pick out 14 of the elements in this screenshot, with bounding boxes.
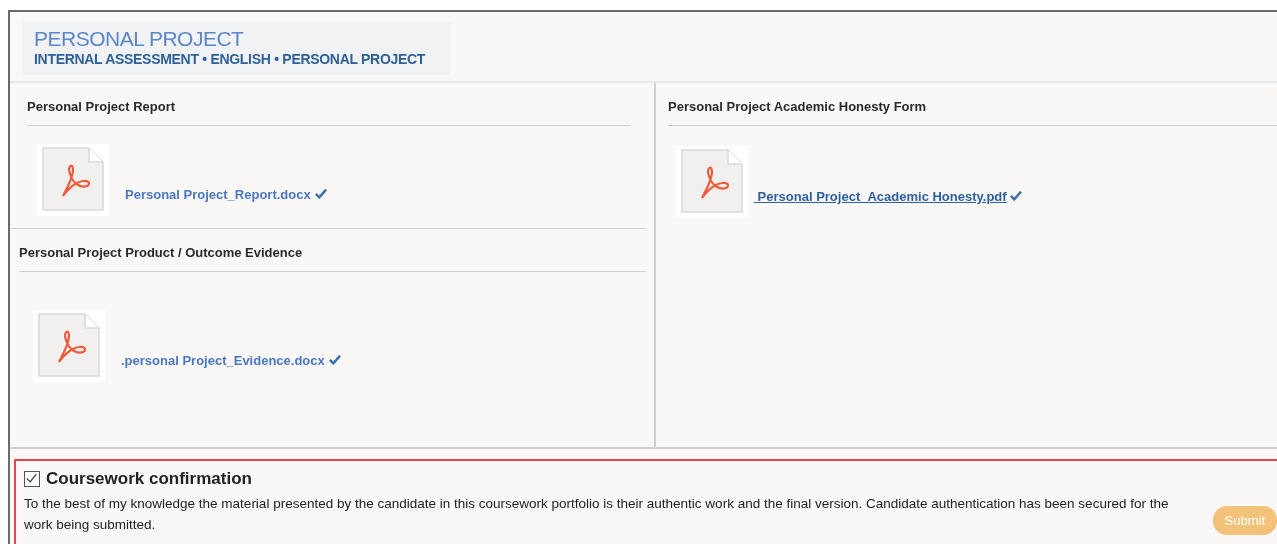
pdf-file-icon: [33, 310, 105, 382]
breadcrumb: INTERNAL ASSESSMENT • ENGLISH • PERSONAL PROJECT: [34, 50, 426, 68]
confirmation-title: Coursework confirmation: [46, 469, 252, 489]
pdf-file-icon: [676, 146, 748, 218]
section-title: Personal Project Report: [27, 99, 630, 126]
pdf-file-icon: [37, 144, 109, 216]
file-link[interactable]: .personal Project_Evidence.docx: [121, 353, 325, 368]
file-link[interactable]: Personal Project_Academic Honesty.pdf: [754, 189, 1007, 204]
file-link[interactable]: Personal Project_Report.docx: [125, 187, 311, 202]
confirmation-text: To the best of my knowledge the material presented by the candidate in this coursework portfolio is their authentic work and the final version. Candidate authentication has been secured for the work being submitted.: [24, 495, 1170, 534]
section-title: Personal Project Product / Outcome Evidence: [19, 245, 646, 272]
checkbox[interactable]: [24, 471, 40, 487]
section-title: Personal Project Academic Honesty Form: [668, 99, 1277, 126]
page-title: PERSONAL PROJECT: [34, 28, 245, 50]
